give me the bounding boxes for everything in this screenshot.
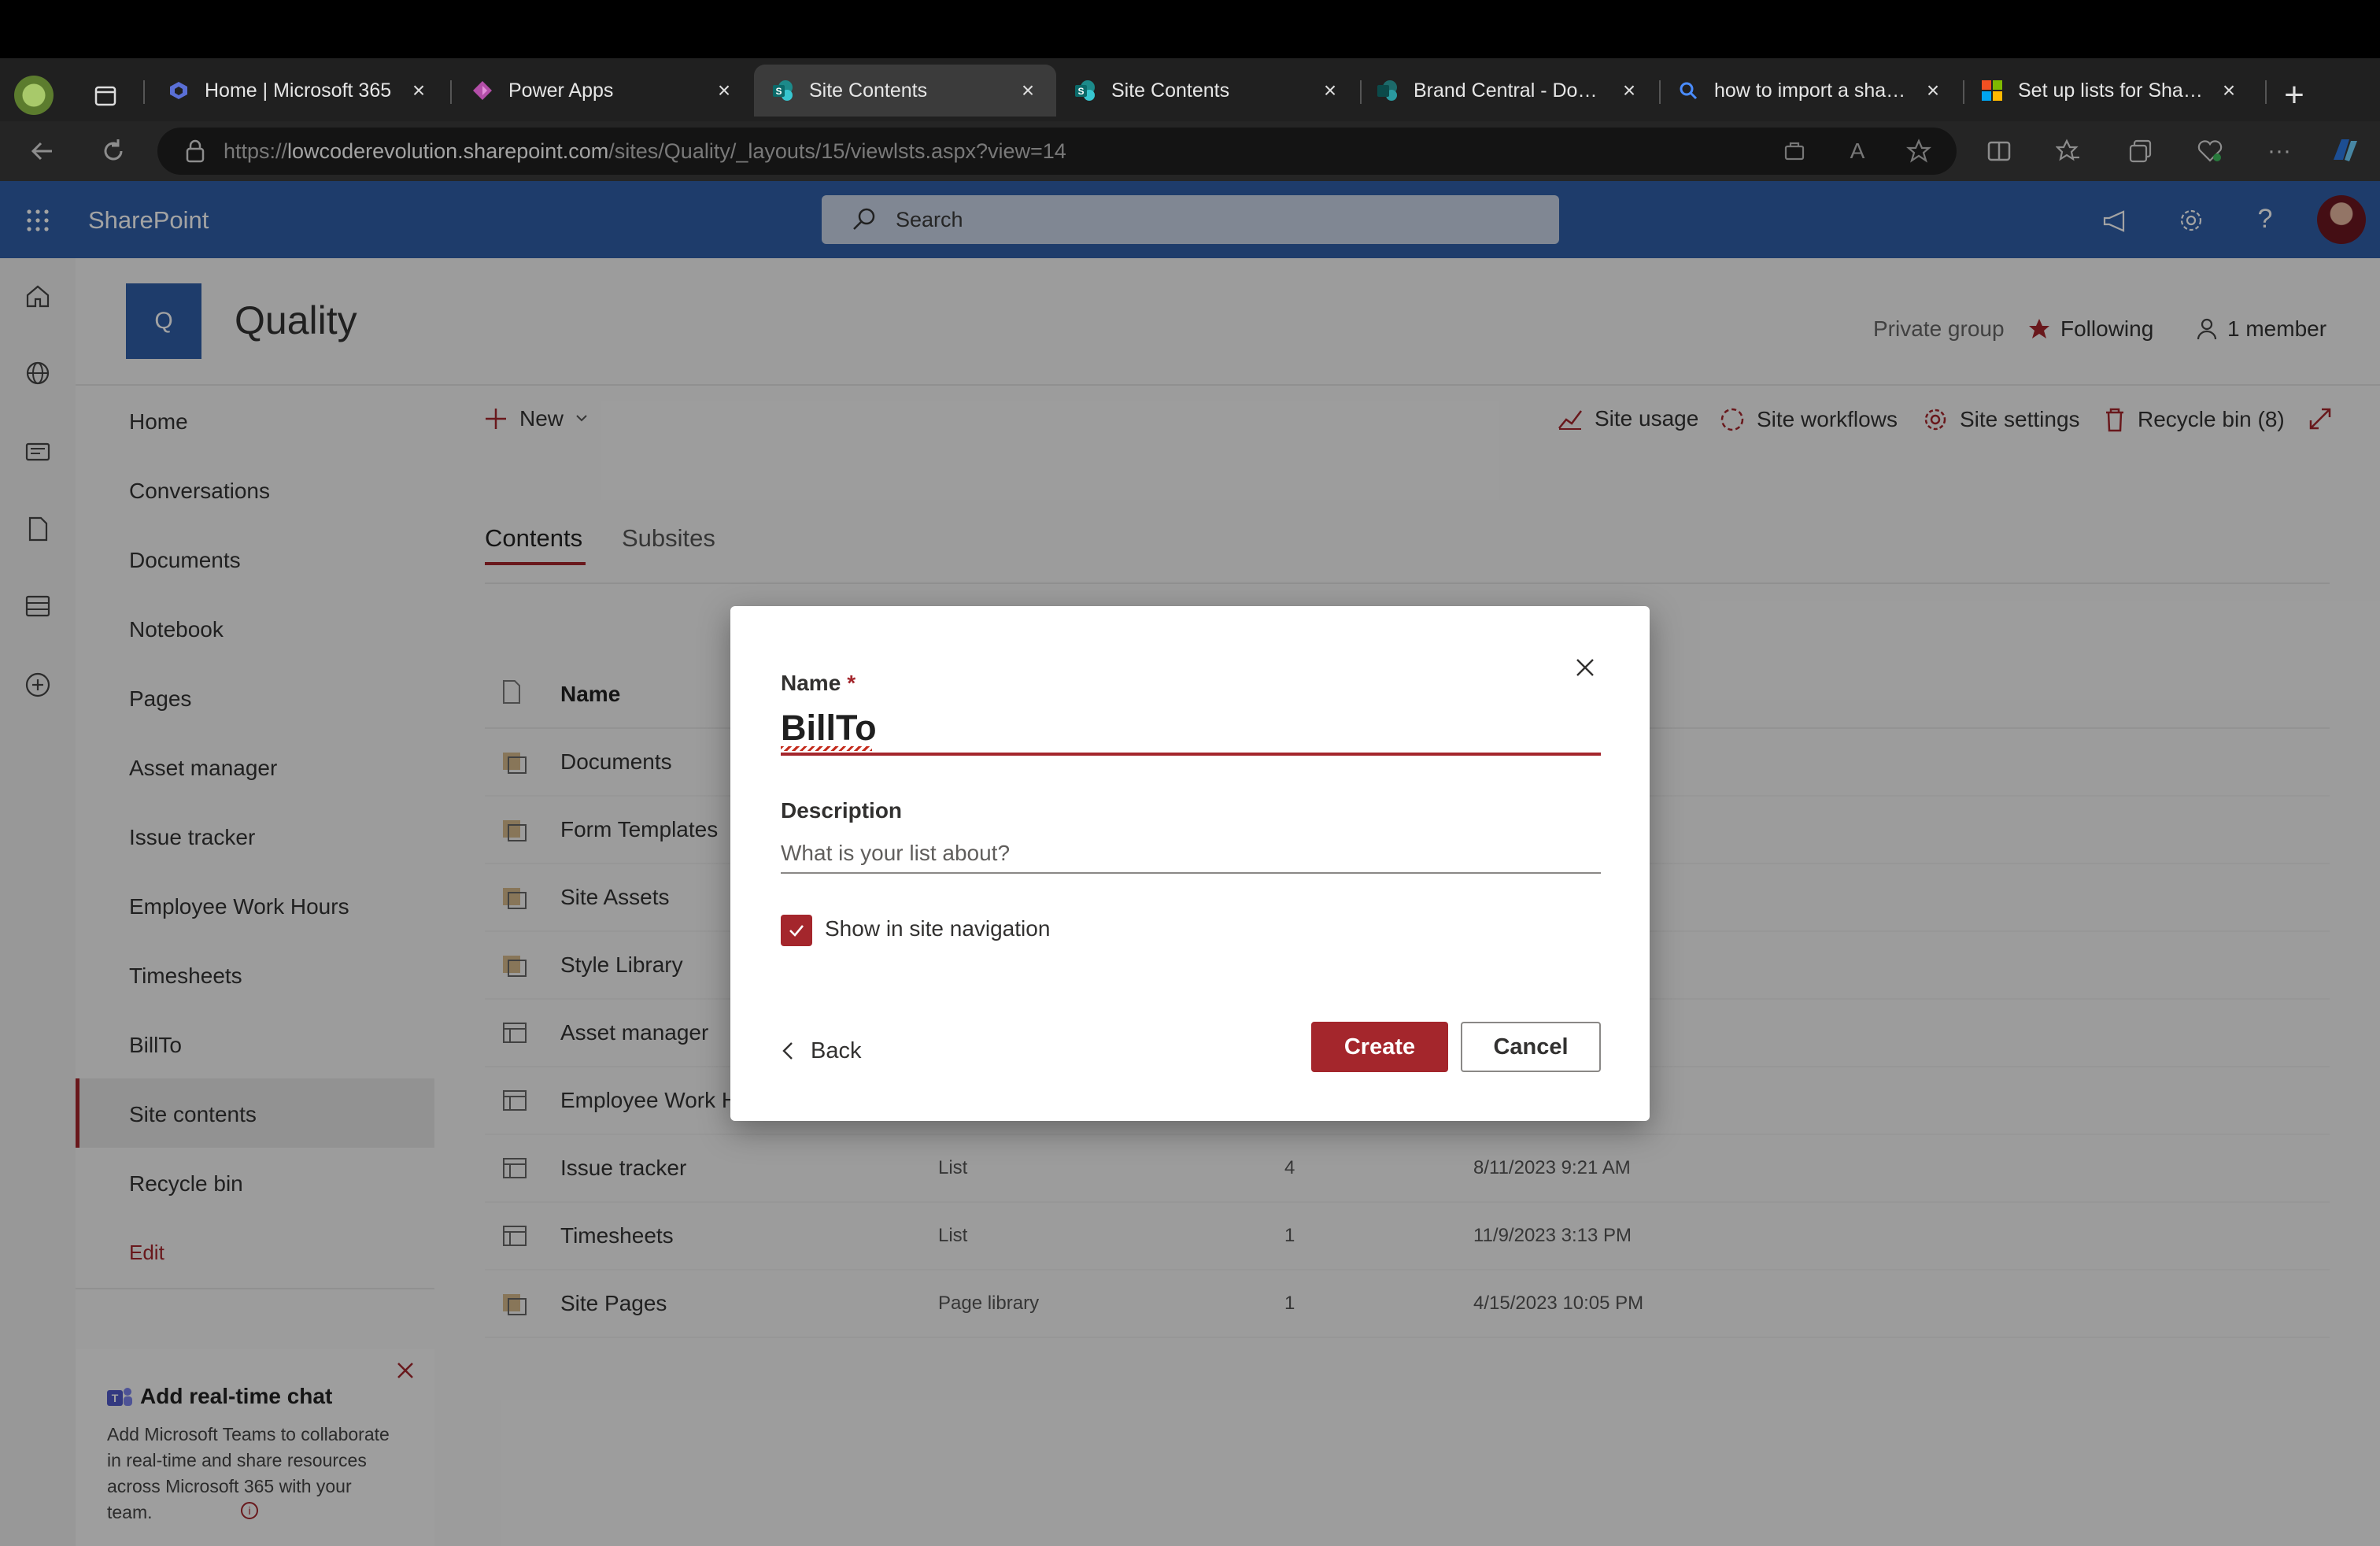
tab-title: Site Contents [809, 79, 928, 102]
back-label: Back [811, 1037, 862, 1063]
profile-icon[interactable] [14, 76, 54, 115]
chevron-left-icon [781, 1040, 795, 1062]
cancel-button[interactable]: Cancel [1461, 1022, 1601, 1072]
browser-tab-search[interactable]: how to import a sharepoint list × [1659, 65, 1961, 117]
svg-text:S: S [1077, 86, 1084, 97]
tab-title: Brand Central - Documents [1414, 79, 1604, 102]
close-tab-icon[interactable]: × [2218, 78, 2240, 103]
browser-tab-powerapps[interactable]: Power Apps × [453, 65, 752, 117]
close-icon [1574, 656, 1596, 679]
browser-tab-microsoft365[interactable]: Home | Microsoft 365 × [150, 65, 447, 117]
tab-title: how to import a sharepoint list [1714, 79, 1908, 102]
tab-title: Power Apps [508, 79, 614, 102]
tab-actions-icon[interactable] [90, 80, 121, 112]
new-tab-button[interactable]: + [2275, 76, 2314, 115]
tab-title: Site Contents [1111, 79, 1230, 102]
microsoft-icon [1980, 79, 2004, 102]
show-in-navigation-label[interactable]: Show in site navigation [825, 916, 1050, 941]
back-button[interactable]: Back [781, 1031, 861, 1071]
powerapps-icon [471, 79, 494, 102]
sharepoint-icon [1376, 79, 1399, 102]
browser-tab-site-contents[interactable]: S Site Contents × [1056, 65, 1358, 117]
sharepoint-icon: S [1074, 79, 1097, 102]
search-icon [1676, 79, 1700, 102]
tab-title: Home | Microsoft 365 [205, 79, 392, 102]
close-tab-icon[interactable]: × [1618, 78, 1640, 103]
create-button[interactable]: Create [1311, 1022, 1448, 1072]
tab-title: Set up lists for SharePoint [2018, 79, 2204, 102]
browser-tab-setup-lists[interactable]: Set up lists for SharePoint × [1963, 65, 2257, 117]
spellcheck-underline [781, 746, 872, 751]
list-name-input[interactable] [781, 704, 1601, 756]
microsoft365-icon [167, 79, 190, 102]
svg-text:S: S [775, 86, 782, 97]
close-tab-icon[interactable]: × [1319, 78, 1341, 103]
browser-tab-strip: Home | Microsoft 365 × Power Apps × S Si… [0, 58, 2380, 121]
show-in-navigation-checkbox[interactable] [781, 915, 812, 946]
browser-tab-brand-central[interactable]: Brand Central - Documents × [1358, 65, 1658, 117]
sharepoint-icon: S [771, 79, 795, 102]
close-tab-icon[interactable]: × [713, 78, 735, 103]
create-list-dialog: Name* Description Show in site navigatio… [730, 606, 1650, 1121]
description-label: Description [781, 798, 903, 823]
checkmark-icon [786, 920, 807, 941]
close-tab-icon[interactable]: × [408, 78, 430, 103]
required-asterisk: * [847, 671, 856, 695]
close-tab-icon[interactable]: × [1922, 78, 1944, 103]
name-label: Name * [781, 671, 856, 696]
name-label-text: Name [781, 671, 841, 695]
os-menu-bar [0, 0, 2380, 58]
close-tab-icon[interactable]: × [1017, 78, 1039, 103]
browser-tab-site-contents-active[interactable]: S Site Contents × [754, 65, 1056, 117]
description-input[interactable] [781, 834, 1601, 874]
close-dialog-button[interactable] [1571, 653, 1599, 682]
